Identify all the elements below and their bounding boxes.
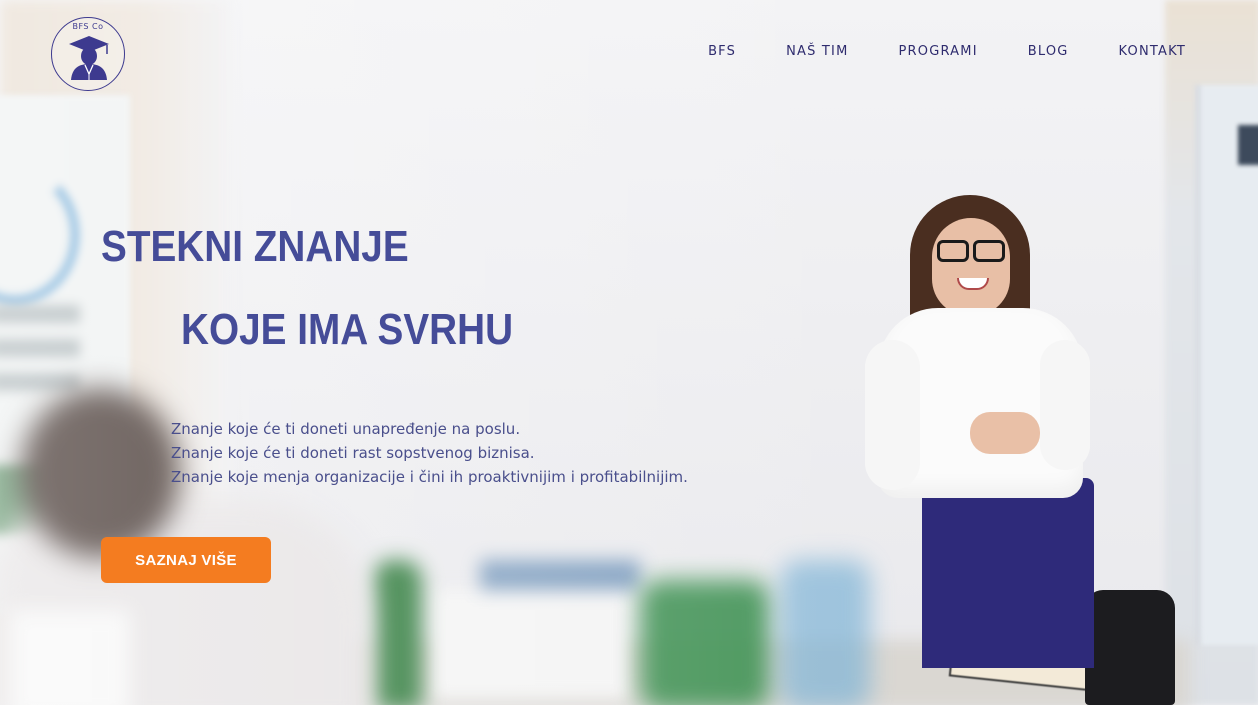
graduate-cap-icon bbox=[69, 36, 109, 80]
logo[interactable]: BFS Co bbox=[51, 17, 125, 91]
learn-more-button[interactable]: SAZNAJ VIŠE bbox=[101, 537, 271, 583]
hero-headline-line1: STEKNI ZNANJE bbox=[101, 222, 409, 271]
nav-item-nas-tim[interactable]: NAŠ TIM bbox=[786, 44, 848, 59]
nav-item-blog[interactable]: BLOG bbox=[1028, 44, 1069, 59]
hero-section: BFS Co BFS NAŠ TIM PROGRAMI BLOG KONTAKT… bbox=[0, 0, 1258, 705]
nav-item-kontakt[interactable]: KONTAKT bbox=[1119, 44, 1186, 59]
hero-description-line: Znanje koje će ti doneti rast sopstvenog… bbox=[171, 444, 535, 462]
main-nav: BFS NAŠ TIM PROGRAMI BLOG KONTAKT bbox=[708, 44, 1186, 59]
nav-item-bfs[interactable]: BFS bbox=[708, 44, 736, 59]
nav-item-programi[interactable]: PROGRAMI bbox=[899, 44, 978, 59]
hero-headline-line2: KOJE IMA SVRHU bbox=[181, 305, 514, 354]
hero-description-line: Znanje koje će ti doneti unapređenje na … bbox=[171, 420, 521, 438]
hero-description-line: Znanje koje menja organizacije i čini ih… bbox=[171, 468, 688, 486]
hero-description: Znanje koje će ti doneti unapređenje na … bbox=[171, 417, 688, 489]
